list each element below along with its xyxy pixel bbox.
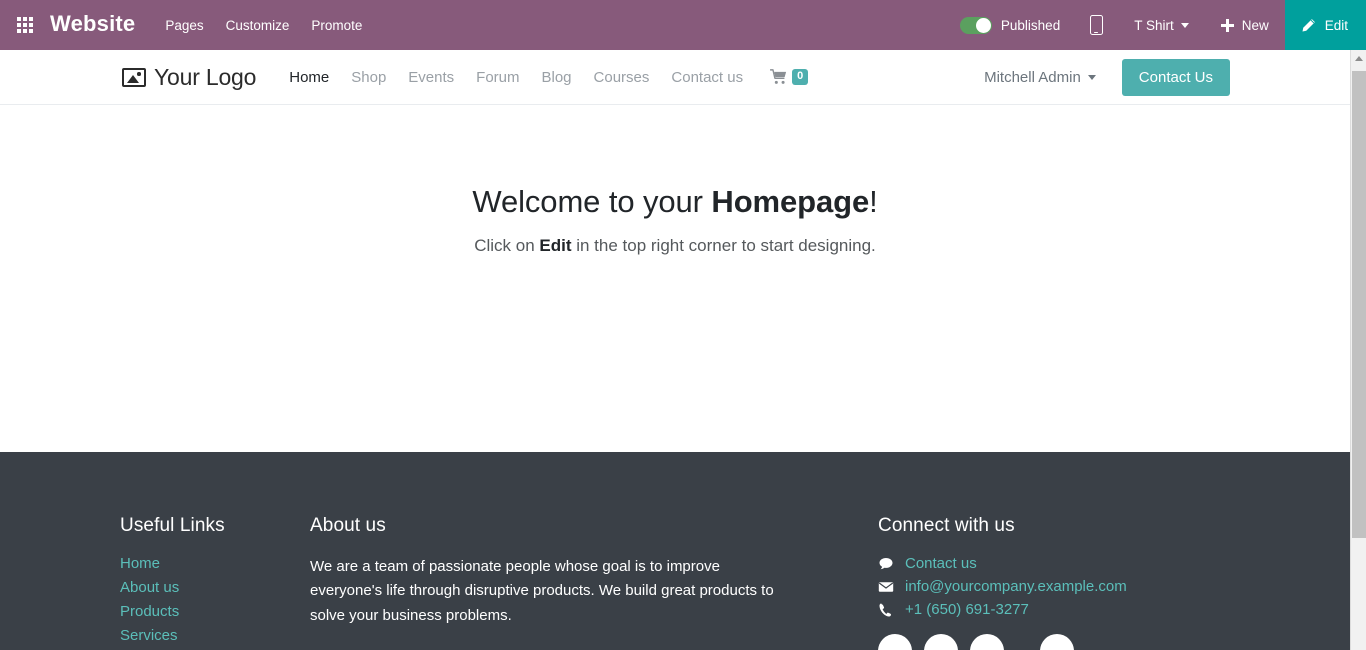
site-header: Your Logo Home Shop Events Forum Blog Co… — [0, 50, 1350, 105]
topbar-menu-promote[interactable]: Promote — [311, 18, 362, 33]
scrollbar-thumb[interactable] — [1352, 71, 1366, 538]
topbar-right-group: Published T Shirt New Edit — [946, 0, 1366, 50]
plus-icon — [1220, 18, 1234, 32]
footer-heading-about-us: About us — [310, 515, 386, 536]
publish-toggle-knob — [975, 17, 991, 33]
site-header-right: Mitchell Admin Contact Us — [968, 58, 1350, 96]
hero-subtitle: Click on Edit in the top right corner to… — [474, 236, 876, 256]
nav-item-home[interactable]: Home — [278, 69, 340, 86]
site-logo[interactable]: Your Logo — [122, 63, 257, 90]
publish-toggle-button[interactable]: Published — [946, 0, 1074, 50]
social-twitter-icon[interactable] — [924, 634, 958, 650]
nav-item-contact-us[interactable]: Contact us — [660, 69, 754, 86]
nav-item-events[interactable]: Events — [397, 69, 465, 86]
footer-email-link[interactable]: info@yourcompany.example.com — [905, 578, 1127, 595]
list-item: Services — [120, 627, 310, 645]
apps-menu-button[interactable] — [0, 0, 50, 50]
cart-button[interactable]: 0 — [770, 68, 809, 86]
edit-button-label: Edit — [1324, 17, 1348, 33]
chevron-down-icon — [1087, 74, 1096, 80]
footer-column-connect: Connect with us Contact us info@yourcomp… — [878, 515, 1218, 650]
footer-columns: Useful Links Home About us Products Serv… — [0, 515, 1350, 650]
site-footer: Useful Links Home About us Products Serv… — [0, 452, 1350, 650]
list-item: Contact us — [878, 555, 1218, 572]
nav-item-forum[interactable]: Forum — [465, 69, 530, 86]
social-spacer — [1016, 634, 1028, 650]
footer-social-links — [878, 634, 1218, 650]
footer-link-about-us[interactable]: About us — [120, 579, 179, 596]
website-preview-frame: Your Logo Home Shop Events Forum Blog Co… — [0, 50, 1350, 650]
social-facebook-icon[interactable] — [878, 634, 912, 650]
comment-icon — [879, 557, 893, 569]
footer-about-text: We are a team of passionate people whose… — [310, 558, 774, 624]
envelope-icon — [878, 581, 894, 592]
footer-phone-link[interactable]: +1 (650) 691-3277 — [905, 601, 1029, 618]
app-title: Website — [50, 11, 136, 36]
user-menu-dropdown[interactable]: Mitchell Admin — [968, 69, 1112, 86]
hero-subtitle-suffix: in the top right corner to start designi… — [571, 236, 876, 256]
list-item: Home — [120, 555, 310, 573]
hero-subtitle-prefix: Click on — [474, 236, 540, 256]
scroll-up-button[interactable] — [1351, 50, 1366, 67]
hero-section: Welcome to your Homepage! Click on Edit … — [0, 105, 1350, 452]
hero-title-suffix: ! — [869, 184, 878, 219]
nav-item-shop[interactable]: Shop — [340, 69, 397, 86]
footer-link-products[interactable]: Products — [120, 603, 179, 620]
cart-count-badge: 0 — [792, 68, 809, 86]
hero-title: Welcome to your Homepage! — [472, 183, 877, 220]
pencil-icon — [1302, 18, 1315, 31]
nav-item-courses[interactable]: Courses — [583, 69, 661, 86]
footer-contact-us-link[interactable]: Contact us — [905, 555, 977, 572]
footer-heading-connect: Connect with us — [878, 515, 1015, 536]
mobile-preview-button[interactable] — [1074, 0, 1118, 50]
footer-column-useful-links: Useful Links Home About us Products Serv… — [120, 515, 310, 650]
chevron-down-icon — [1180, 22, 1189, 28]
publish-toggle-switch[interactable] — [959, 16, 992, 34]
scroll-up-arrow-icon — [1354, 56, 1363, 61]
apps-grid-icon — [17, 17, 33, 33]
theme-selector-dropdown[interactable]: T Shirt — [1118, 0, 1205, 50]
footer-link-services[interactable]: Services — [120, 627, 178, 644]
footer-connect-list: Contact us info@yourcompany.example.com — [878, 555, 1218, 618]
topbar-menu-pages[interactable]: Pages — [165, 18, 203, 33]
site-logo-label: Your Logo — [154, 63, 257, 90]
footer-column-about-us: About us We are a team of passionate peo… — [310, 515, 780, 650]
user-menu-label: Mitchell Admin — [984, 68, 1081, 86]
list-item: info@yourcompany.example.com — [878, 578, 1218, 595]
mobile-phone-icon — [1089, 15, 1103, 35]
hero-title-bold: Homepage — [711, 184, 870, 219]
odoo-topbar: Website Pages Customize Promote Publishe… — [0, 0, 1366, 50]
site-nav: Home Shop Events Forum Blog Courses Cont… — [278, 69, 754, 86]
new-button[interactable]: New — [1205, 0, 1285, 50]
contact-us-cta-button[interactable]: Contact Us — [1121, 58, 1230, 96]
publish-label: Published — [1000, 17, 1061, 33]
footer-useful-links-list: Home About us Products Services — [120, 555, 310, 645]
scroll-down-button[interactable] — [1351, 633, 1366, 650]
social-instagram-icon[interactable] — [1040, 634, 1074, 650]
nav-item-blog[interactable]: Blog — [531, 69, 583, 86]
topbar-menu-list: Pages Customize Promote — [165, 18, 362, 33]
list-item: Products — [120, 603, 310, 621]
phone-icon — [879, 603, 891, 617]
theme-selector-label: T Shirt — [1134, 17, 1174, 33]
image-placeholder-icon — [122, 67, 146, 87]
hero-subtitle-bold: Edit — [539, 236, 572, 256]
social-linkedin-icon[interactable] — [970, 634, 1004, 650]
list-item: +1 (650) 691-3277 — [878, 601, 1218, 618]
edit-button[interactable]: Edit — [1284, 0, 1366, 50]
topbar-menu-customize[interactable]: Customize — [226, 18, 290, 33]
page-scrollbar[interactable] — [1350, 50, 1366, 650]
hero-title-prefix: Welcome to your — [472, 184, 712, 219]
shopping-cart-icon — [770, 69, 787, 84]
new-button-label: New — [1241, 17, 1269, 33]
footer-link-home[interactable]: Home — [120, 555, 160, 572]
footer-heading-useful-links: Useful Links — [120, 515, 225, 536]
list-item: About us — [120, 579, 310, 597]
